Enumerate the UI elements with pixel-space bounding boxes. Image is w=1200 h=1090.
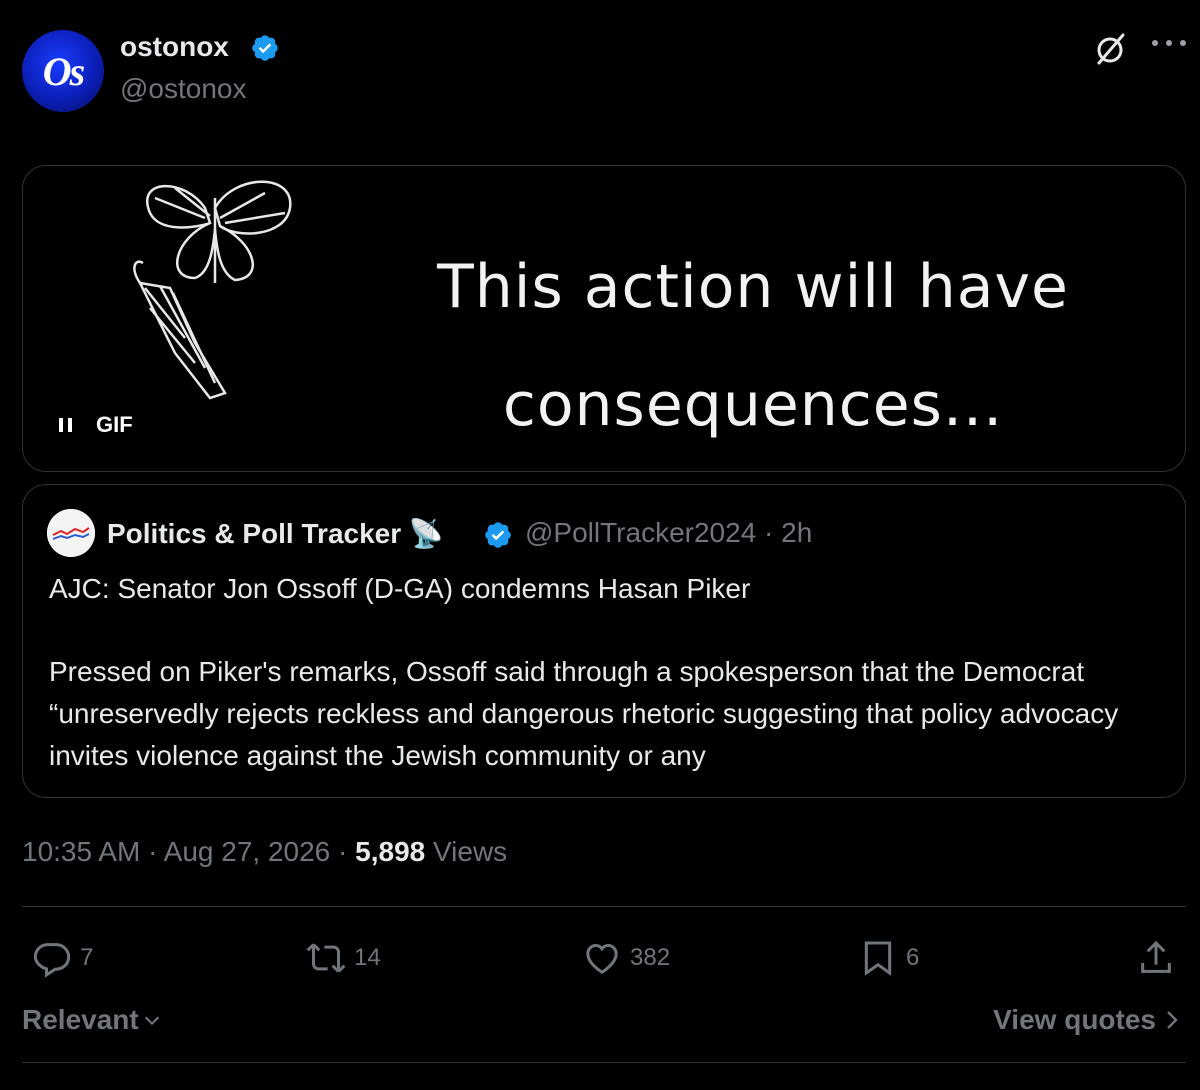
meta-separator: · [140, 836, 164, 867]
share-icon [1141, 940, 1171, 973]
author-handle[interactable]: @ostonox [120, 73, 247, 105]
gif-caption-line-2: consequences... [502, 370, 1004, 440]
repost-count: 14 [354, 944, 381, 971]
satellite-emoji: 📡 [408, 518, 444, 549]
share-button[interactable] [1136, 938, 1176, 978]
bookmark-icon [864, 941, 892, 976]
tweet-meta: 10:35 AM · Aug 27, 2026 · 5,898 Views [22, 836, 507, 868]
gif-caption: This action will have consequences... [343, 228, 1163, 464]
quoted-body: Pressed on Piker's remarks, Ossoff said … [49, 656, 1119, 771]
like-button[interactable]: 382 [582, 938, 670, 978]
reply-icon [33, 943, 71, 978]
grok-icon[interactable] [1094, 30, 1128, 68]
tweet-time[interactable]: 10:35 AM [22, 836, 140, 867]
avatar-logo-text: Os [42, 48, 85, 94]
pause-icon[interactable] [59, 418, 72, 432]
repost-button[interactable]: 14 [306, 938, 381, 978]
views-count: 5,898 [355, 836, 426, 867]
quoted-avatar [47, 509, 95, 557]
gif-label: GIF [96, 412, 133, 437]
divider [22, 906, 1186, 907]
sort-label: Relevant [22, 1004, 139, 1035]
gif-caption-line-1: This action will have [437, 252, 1069, 322]
quoted-title: AJC: Senator Jon Ossoff (D-GA) condemns … [49, 573, 751, 604]
repost-icon [306, 943, 346, 973]
quoted-name-text: Politics & Poll Tracker [107, 518, 402, 549]
gif-media[interactable]: This action will have consequences... GI… [22, 165, 1186, 472]
more-options-icon[interactable] [1152, 40, 1186, 50]
reply-button[interactable]: 7 [32, 938, 93, 978]
author-display-name[interactable]: ostonox [120, 31, 229, 63]
reply-count: 7 [80, 944, 94, 971]
view-quotes-label: View quotes [993, 1004, 1156, 1035]
verified-badge-icon [252, 35, 278, 61]
quoted-tweet[interactable]: Politics & Poll Tracker 📡 @PollTracker20… [22, 484, 1186, 798]
gif-badge[interactable]: GIF [59, 412, 133, 438]
quoted-verified-badge-icon [485, 522, 511, 548]
tweet-date[interactable]: Aug 27, 2026 [164, 836, 331, 867]
bookmark-count: 6 [906, 944, 920, 971]
heart-icon [586, 943, 618, 974]
butterfly-illustration [133, 180, 292, 400]
view-quotes-link[interactable]: View quotes [993, 1004, 1180, 1036]
meta-separator: · [330, 836, 356, 867]
sort-dropdown[interactable]: Relevant [22, 1004, 163, 1036]
chevron-right-icon [1167, 1011, 1178, 1029]
like-count: 382 [630, 944, 671, 971]
bookmark-button[interactable]: 6 [858, 938, 919, 978]
quoted-display-name: Politics & Poll Tracker 📡 [107, 517, 444, 550]
quoted-handle-time: @PollTracker2024 · 2h [525, 517, 813, 548]
author-avatar[interactable]: Os [22, 30, 104, 112]
views-label: Views [425, 836, 508, 867]
divider [22, 1062, 1186, 1063]
chevron-down-icon [144, 1016, 159, 1026]
